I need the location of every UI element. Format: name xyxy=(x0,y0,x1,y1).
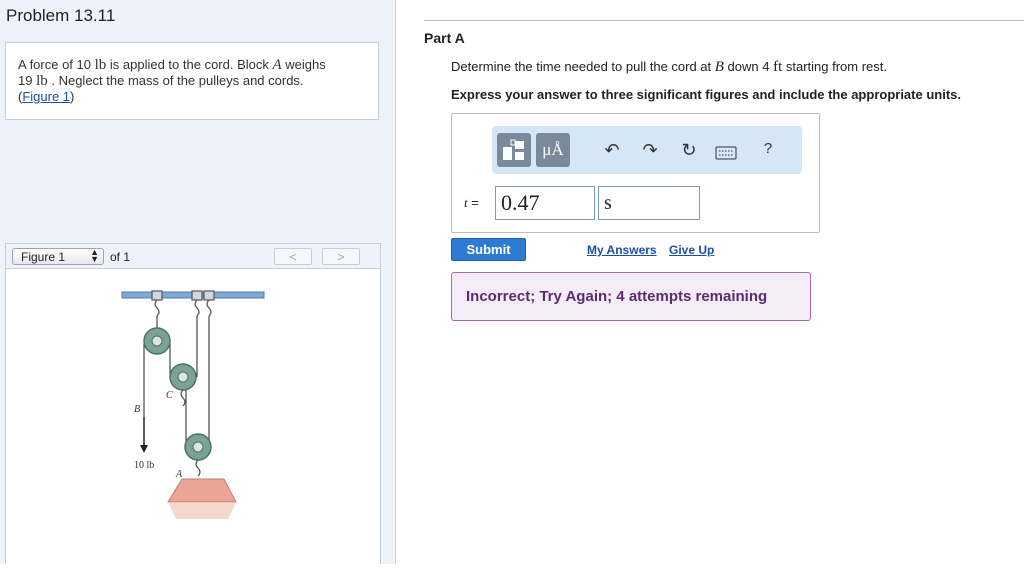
prev-figure-button[interactable]: < xyxy=(274,248,312,265)
question-part: Determine the time needed to pull the co… xyxy=(451,59,715,74)
problem-text: A force of 10 xyxy=(18,57,95,72)
question-part: down 4 xyxy=(723,59,774,74)
feedback-message: Incorrect; Try Again; 4 attempts remaini… xyxy=(451,272,811,321)
unit-ft: ft xyxy=(773,59,783,75)
templates-icon xyxy=(503,139,524,160)
reset-icon[interactable]: ↻ xyxy=(677,140,701,161)
figure-select[interactable]: Figure 1 ▲ ▼ xyxy=(12,248,104,265)
units-button[interactable]: μÅ xyxy=(536,133,570,167)
problem-text: ) xyxy=(70,89,75,104)
answer-box: μÅ ↶ ↷ ↻ ? t = 0.47 s xyxy=(451,113,820,233)
problem-statement: A force of 10 lb is applied to the cord.… xyxy=(5,42,379,120)
help-icon[interactable]: ? xyxy=(756,140,780,157)
problem-text: weighs xyxy=(281,57,326,72)
question-part: starting from rest. xyxy=(782,59,888,74)
var-a: A xyxy=(272,57,282,73)
force-arrow-head xyxy=(140,445,148,453)
label-force: 10 lb xyxy=(134,460,154,471)
problem-text: 19 xyxy=(18,73,37,88)
label-b: B xyxy=(134,404,140,415)
block-a xyxy=(167,478,237,503)
next-figure-button[interactable]: > xyxy=(322,248,360,265)
figure-count: of 1 xyxy=(110,250,131,264)
part-title: Part A xyxy=(424,30,465,46)
problem-pane: Problem 13.11 A force of 10 lb is applie… xyxy=(0,0,396,564)
pulley-diagram: B C A 10 lb xyxy=(121,290,265,519)
answer-value-input[interactable]: 0.47 xyxy=(495,186,595,220)
unit-lb: lb xyxy=(36,73,48,89)
give-up-link[interactable]: Give Up xyxy=(669,243,714,257)
figure-area: B C A 10 lb xyxy=(5,269,381,564)
templates-button[interactable] xyxy=(497,133,531,167)
instruction-text: Express your answer to three significant… xyxy=(451,87,961,102)
redo-icon[interactable]: ↷ xyxy=(638,140,662,161)
unit-lb: lb xyxy=(94,57,107,73)
answer-unit-input[interactable]: s xyxy=(598,186,700,220)
question-text: Determine the time needed to pull the co… xyxy=(451,59,887,76)
equals-sign: = xyxy=(467,195,479,210)
keyboard-icon[interactable] xyxy=(714,144,738,165)
figure-link[interactable]: Figure 1 xyxy=(22,89,70,104)
select-arrows-icon: ▲ ▼ xyxy=(90,247,99,264)
undo-icon[interactable]: ↶ xyxy=(600,140,624,161)
divider xyxy=(424,20,1024,21)
label-a: A xyxy=(175,469,183,480)
submit-button[interactable]: Submit xyxy=(451,238,526,261)
problem-text: is applied to the cord. Block xyxy=(106,57,273,72)
math-toolbar: μÅ ↶ ↷ ↻ ? xyxy=(492,126,802,174)
figure-select-value: Figure 1 xyxy=(21,250,66,264)
my-answers-link[interactable]: My Answers xyxy=(587,243,657,257)
var-b: B xyxy=(714,59,724,75)
figure-toolbar: Figure 1 ▲ ▼ of 1 < > xyxy=(5,243,381,269)
answer-pane: Part A Determine the time needed to pull… xyxy=(396,0,1024,564)
problem-title: Problem 13.11 xyxy=(6,6,116,25)
label-c: C xyxy=(166,390,173,401)
problem-text: . Neglect the mass of the pulleys and co… xyxy=(47,73,304,88)
answer-label: t = xyxy=(464,195,479,211)
